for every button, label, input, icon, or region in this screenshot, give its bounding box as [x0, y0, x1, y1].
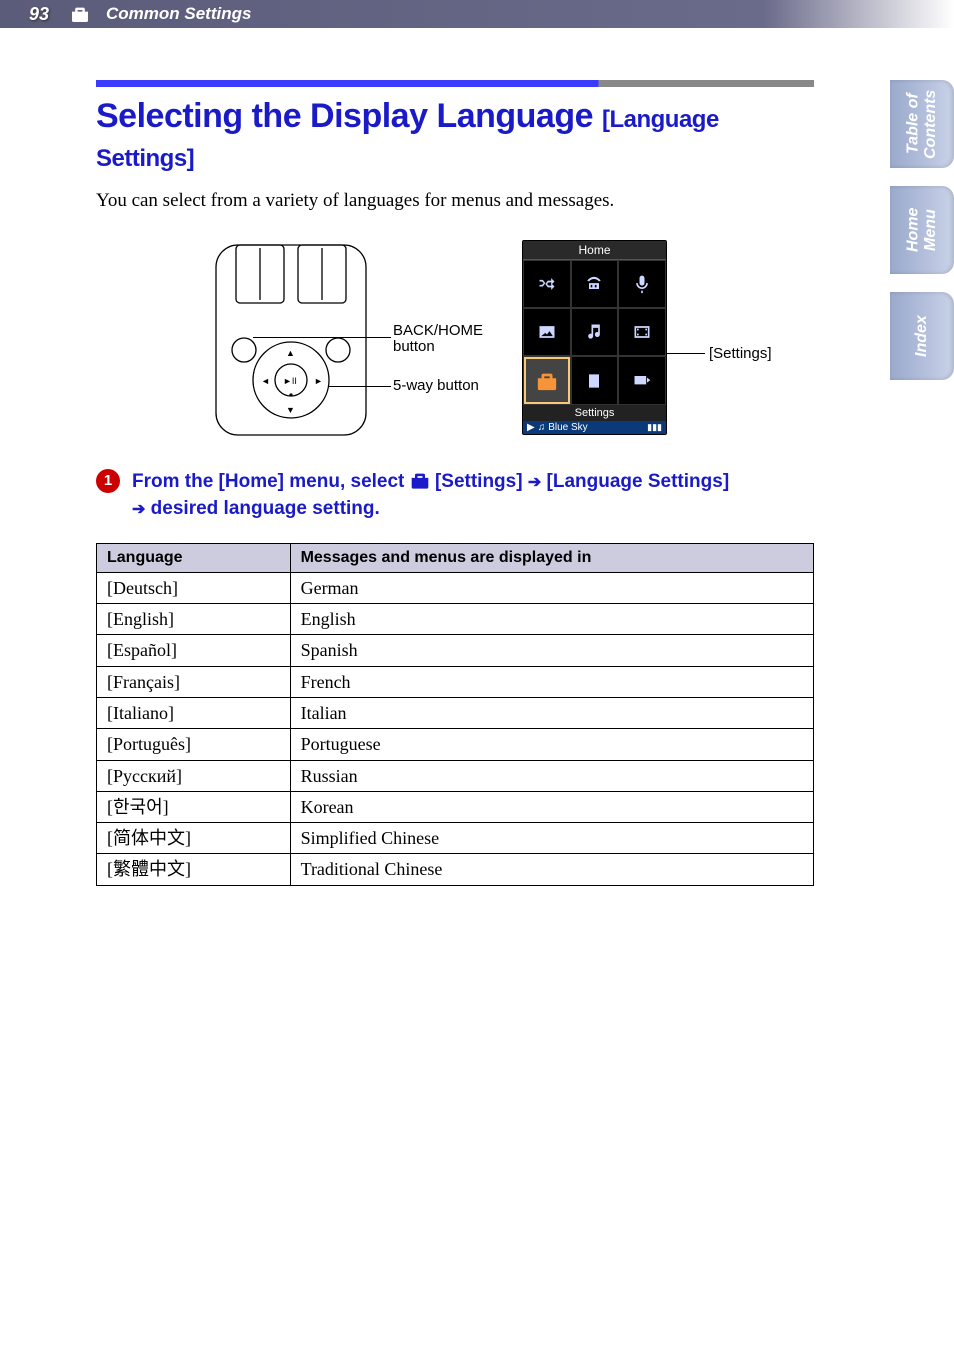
- table-row: [简体中文]Simplified Chinese: [97, 823, 814, 854]
- screen-cell-fm-icon: [571, 260, 619, 308]
- lang-cell: [Português]: [97, 729, 291, 760]
- screen-nowplaying-bar: ▶ ♫ Blue Sky ▮▮▮: [523, 421, 666, 434]
- step-part-d: desired language setting.: [145, 498, 379, 519]
- connector-line: [328, 386, 391, 387]
- lang-cell: [繁體中文]: [97, 854, 291, 885]
- desc-cell: German: [290, 572, 813, 603]
- screen-cell-settings-icon: [523, 356, 571, 404]
- screen-cell-nowplaying-icon: [618, 356, 666, 404]
- page-title: Selecting the Display Language [Language…: [96, 97, 814, 175]
- header-section-title: Common Settings: [100, 4, 251, 24]
- screen-cell-music-icon: [571, 308, 619, 356]
- svg-text:►II: ►II: [283, 376, 297, 386]
- table-header-language: Language: [97, 543, 291, 572]
- svg-text:▼: ▼: [286, 405, 295, 415]
- lang-cell: [English]: [97, 604, 291, 635]
- screen-footer-label: Settings: [523, 405, 666, 421]
- step-number-badge: 1: [96, 469, 120, 493]
- side-tab-home-menu[interactable]: Home Menu: [890, 186, 954, 274]
- title-main: Selecting the Display Language: [96, 97, 602, 135]
- step-1: 1 From the [Home] menu, select [Settings…: [96, 468, 814, 523]
- lang-cell: [Italiano]: [97, 697, 291, 728]
- svg-text:▲: ▲: [286, 348, 295, 358]
- table-row: [한국어]Korean: [97, 791, 814, 822]
- lang-cell: [Français]: [97, 666, 291, 697]
- play-icon: ▶: [527, 422, 535, 433]
- desc-cell: Spanish: [290, 635, 813, 666]
- table-header-description: Messages and menus are displayed in: [290, 543, 813, 572]
- arrow-icon: ➔: [132, 498, 145, 521]
- desc-cell: Traditional Chinese: [290, 854, 813, 885]
- svg-text:◄: ◄: [261, 376, 270, 386]
- lang-cell: [Русский]: [97, 760, 291, 791]
- screen-cell-photo-icon: [523, 308, 571, 356]
- side-tab-index[interactable]: Index: [890, 292, 954, 380]
- table-row: [繁體中文]Traditional Chinese: [97, 854, 814, 885]
- side-tabs: Table of Contents Home Menu Index: [890, 80, 954, 380]
- side-tab-toc[interactable]: Table of Contents: [890, 80, 954, 168]
- page-content: Selecting the Display Language [Language…: [0, 28, 954, 886]
- lang-cell: [한국어]: [97, 791, 291, 822]
- device-screen: Home Settings ▶ ♫ Blue Sky ▮▮▮: [522, 240, 667, 435]
- nowplaying-text: Blue Sky: [548, 422, 587, 433]
- toolbox-icon: [410, 468, 430, 484]
- desc-cell: Russian: [290, 760, 813, 791]
- toolbox-icon: [60, 6, 100, 22]
- battery-icon: ▮▮▮: [647, 422, 662, 433]
- table-row: [Русский]Russian: [97, 760, 814, 791]
- table-row: [Français]French: [97, 666, 814, 697]
- step-part-a: From the [Home] menu, select: [132, 471, 410, 492]
- connector-line: [253, 337, 391, 338]
- table-row: [Italiano]Italian: [97, 697, 814, 728]
- header-bar: 93 Common Settings: [0, 0, 954, 28]
- lang-cell: [Deutsch]: [97, 572, 291, 603]
- table-row: [English]English: [97, 604, 814, 635]
- svg-text:►: ►: [314, 376, 323, 386]
- table-row: [Português]Portuguese: [97, 729, 814, 760]
- fiveway-label: 5-way button: [393, 378, 479, 395]
- table-row: [Deutsch]German: [97, 572, 814, 603]
- desc-cell: Korean: [290, 791, 813, 822]
- page-number: 93: [0, 4, 60, 25]
- screen-cell-shuffle-icon: [523, 260, 571, 308]
- connector-line: [667, 353, 705, 354]
- desc-cell: French: [290, 666, 813, 697]
- screen-cell-playlist-icon: [571, 356, 619, 404]
- desc-cell: Italian: [290, 697, 813, 728]
- step-part-c: [Language Settings]: [541, 471, 729, 492]
- screen-home-title: Home: [523, 241, 666, 260]
- settings-callout: [Settings]: [709, 345, 772, 362]
- screen-cell-mic-icon: [618, 260, 666, 308]
- lang-cell: [Español]: [97, 635, 291, 666]
- desc-cell: Portuguese: [290, 729, 813, 760]
- step-text: From the [Home] menu, select [Settings] …: [132, 468, 729, 523]
- lang-cell: [简体中文]: [97, 823, 291, 854]
- desc-cell: English: [290, 604, 813, 635]
- arrow-icon: ➔: [528, 471, 541, 494]
- device-drawing: ▲ ▼ ◄ ► ►II: [211, 240, 371, 440]
- diagram: ▲ ▼ ◄ ► ►II BACK/HOME button 5-way butto…: [96, 240, 814, 440]
- table-row: [Español]Spanish: [97, 635, 814, 666]
- language-table: Language Messages and menus are displaye…: [96, 543, 814, 886]
- step-part-b: [Settings]: [430, 471, 528, 492]
- desc-cell: Simplified Chinese: [290, 823, 813, 854]
- music-note-icon: ♫: [538, 422, 546, 433]
- lead-paragraph: You can select from a variety of languag…: [96, 189, 814, 214]
- screen-cell-video-icon: [618, 308, 666, 356]
- section-rule: [96, 80, 814, 87]
- back-home-label: BACK/HOME button: [393, 323, 493, 356]
